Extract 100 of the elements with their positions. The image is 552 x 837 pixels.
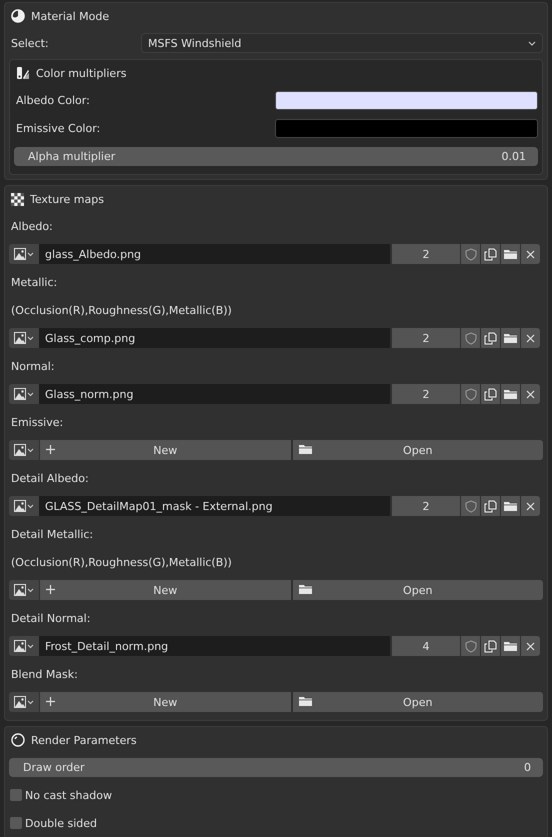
image-name-field[interactable]: Frost_Detail_norm.png [39,636,390,656]
new-button[interactable]: New [40,580,290,600]
folder-icon [298,444,312,455]
panel-title: Material Mode [31,10,110,22]
image-type-button[interactable] [9,244,39,264]
field-label: (Occlusion(R),Roughness(G),Metallic(B)) [10,304,232,316]
fake-user-button[interactable] [461,328,480,348]
new-button[interactable]: New [40,692,290,712]
folder-icon [504,500,517,512]
duplicate-button[interactable] [481,328,500,348]
user-count-field[interactable]: 2 [392,384,460,404]
image-icon [14,332,26,344]
close-icon [526,334,535,342]
open-button[interactable] [501,384,520,404]
checkbox[interactable] [10,817,22,829]
folder-icon [504,332,517,344]
panel-title: Render Parameters [31,734,137,746]
open-button[interactable]: Open [292,580,543,600]
fake-user-button[interactable] [461,496,480,516]
image-icon [14,388,26,400]
field-label: Detail Albedo: [10,472,89,484]
shield-icon [464,332,476,344]
image-type-button[interactable] [9,384,39,404]
unlink-button[interactable] [521,636,540,656]
panel-title: Texture maps [30,192,104,206]
duplicate-button[interactable] [481,496,500,516]
plus-icon [46,585,55,594]
duplicate-icon [484,248,497,260]
image-type-button[interactable] [9,692,39,712]
shield-icon [464,248,476,260]
close-icon [526,642,535,650]
field-label: Metallic: [10,276,58,288]
open-button[interactable] [501,636,520,656]
fake-user-button[interactable] [461,384,480,404]
chevron-icon [27,700,34,704]
open-button[interactable]: Open [292,692,543,712]
chevron-icon [27,336,34,340]
paint-icon [16,66,30,80]
shield-icon [464,388,476,400]
sphere-icon [11,733,25,747]
image-type-button[interactable] [9,440,39,460]
duplicate-icon [484,388,497,400]
image-name-field[interactable]: Glass_norm.png [39,384,390,404]
image-icon [14,640,26,652]
user-count-field[interactable]: 4 [392,636,460,656]
folder-icon [298,584,312,595]
folder-icon [504,388,517,400]
close-icon [526,390,535,398]
unlink-button[interactable] [521,244,540,264]
chevron-icon [27,644,34,648]
shield-icon [464,640,476,652]
image-type-button[interactable] [9,580,39,600]
image-name-field[interactable]: glass_Albedo.png [39,244,390,264]
image-icon [14,248,26,260]
open-button[interactable]: Open [292,440,543,460]
field-label: Select: [10,36,49,50]
fake-user-button[interactable] [461,244,480,264]
plus-icon [46,697,55,706]
folder-icon [298,696,312,707]
user-count-field[interactable]: 2 [392,244,460,264]
chevron-icon [528,40,536,46]
duplicate-icon [484,500,497,512]
field-label: Albedo: [10,220,53,232]
folder-icon [504,640,517,652]
unlink-button[interactable] [521,384,540,404]
user-count-field[interactable]: 2 [392,496,460,516]
material-dropdown[interactable]: MSFS Windshield [141,33,543,53]
image-name-field[interactable]: GLASS_DetailMap01_mask - External.png [39,496,390,516]
chevron-icon [27,504,34,508]
duplicate-button[interactable] [481,384,500,404]
chevron-icon [27,252,34,256]
chevron-icon [27,392,34,396]
image-icon [14,500,26,512]
duplicate-icon [484,332,497,344]
unlink-button[interactable] [521,328,540,348]
duplicate-icon [484,640,497,652]
new-button[interactable]: New [40,440,290,460]
unlink-button[interactable] [521,496,540,516]
duplicate-button[interactable] [481,636,500,656]
field-label: Emissive: [10,416,64,428]
fake-user-button[interactable] [461,636,480,656]
field-label: Normal: [10,360,55,372]
close-icon [526,502,535,510]
image-icon [14,444,26,456]
field-label: Blend Mask: [10,668,78,680]
user-count-field[interactable]: 2 [392,328,460,348]
open-button[interactable] [501,328,520,348]
image-type-button[interactable] [9,496,39,516]
field-label: Detail Normal: [10,612,90,624]
color-swatch[interactable] [275,118,538,138]
checkbox-label: Double sided [25,816,97,830]
open-button[interactable] [501,496,520,516]
open-button[interactable] [501,244,520,264]
image-name-field[interactable]: Glass_comp.png [39,328,390,348]
image-type-button[interactable] [9,328,39,348]
field-label: Albedo Color: [15,94,90,106]
image-type-button[interactable] [9,636,39,656]
color-swatch[interactable] [275,90,538,110]
duplicate-button[interactable] [481,244,500,264]
checkbox[interactable] [10,789,22,801]
